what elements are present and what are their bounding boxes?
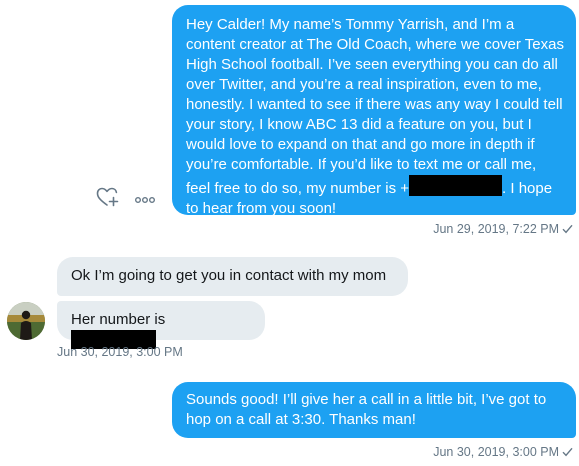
message-timestamp: Jun 29, 2019, 7:22 PM <box>433 222 573 236</box>
message-timestamp: Jun 30, 2019, 3:00 PM <box>433 445 573 459</box>
checkmark-icon <box>562 447 573 457</box>
checkmark-icon <box>562 224 573 234</box>
message-timestamp: Jun 30, 2019, 3:00 PM <box>57 345 183 359</box>
message-bubble-incoming[interactable]: Her number is <box>57 301 265 349</box>
message-text: Ok I’m going to get you in contact with … <box>71 267 387 284</box>
message-bubble-outgoing[interactable]: Hey Calder! My name’s Tommy Yarrish, and… <box>172 5 576 217</box>
avatar[interactable] <box>7 302 45 340</box>
message-text: Her number is <box>71 311 166 328</box>
message-bubble-outgoing[interactable]: Sounds good! I’ll give her a call in a l… <box>172 382 576 438</box>
message-bubble-incoming[interactable]: Ok I’m going to get you in contact with … <box>57 257 408 296</box>
message-text: Hey Calder! My name’s Tommy Yarrish, and… <box>186 16 564 197</box>
redacted-phone-number <box>409 175 503 196</box>
heart-plus-icon[interactable] <box>96 186 120 213</box>
more-icon[interactable] <box>134 192 156 210</box>
message-text: Sounds good! I’ll give her a call in a l… <box>186 391 547 428</box>
